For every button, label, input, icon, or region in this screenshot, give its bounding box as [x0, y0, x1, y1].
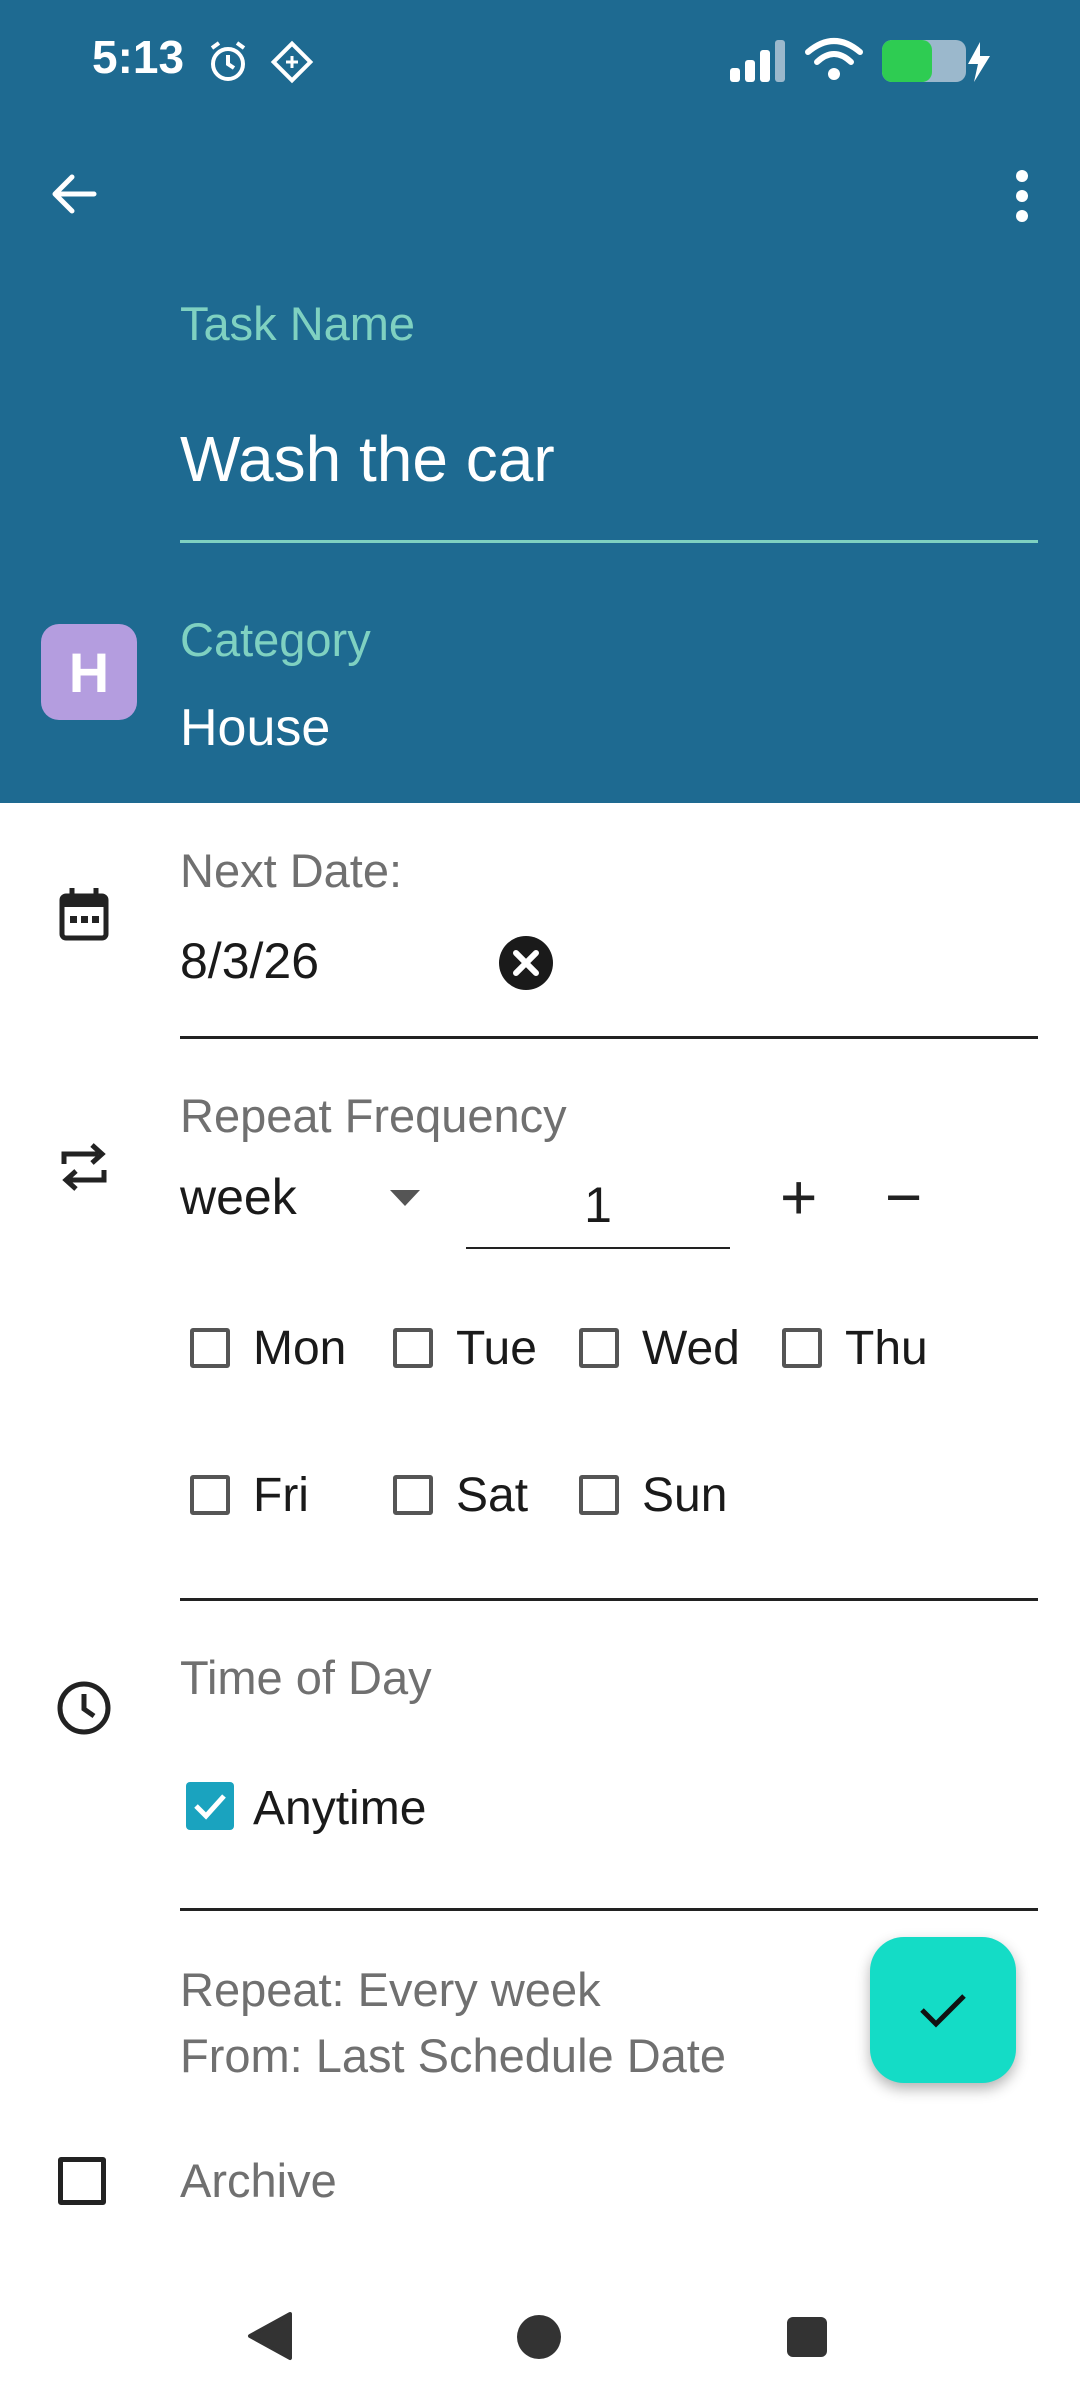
header: [0, 0, 1080, 803]
checkbox-tue[interactable]: [393, 1328, 433, 1368]
more-vert-icon[interactable]: [1010, 168, 1034, 224]
next-date-value[interactable]: 8/3/26: [180, 932, 319, 990]
day-label-tue: Tue: [456, 1322, 537, 1375]
checkbox-fri[interactable]: [190, 1475, 230, 1515]
next-date-divider: [180, 1036, 1038, 1039]
save-fab-button[interactable]: [870, 1937, 1016, 2083]
checkmark-icon: [194, 1794, 226, 1820]
nav-back-icon[interactable]: [246, 2310, 294, 2362]
day-label-wed: Wed: [642, 1322, 740, 1375]
category-label: Category: [180, 613, 371, 666]
repeat-count-input[interactable]: 1: [466, 1176, 730, 1234]
repeat-frequency-label: Repeat Frequency: [180, 1089, 567, 1142]
alarm-icon: [210, 41, 246, 81]
dropdown-arrow-icon[interactable]: [390, 1190, 420, 1208]
wifi-icon: [805, 38, 863, 80]
repeat-unit-select[interactable]: week: [180, 1168, 297, 1226]
calendar-icon: [59, 888, 109, 941]
nav-home-icon[interactable]: [516, 2314, 562, 2360]
increment-button[interactable]: +: [780, 1160, 817, 1234]
archive-checkbox[interactable]: [58, 2157, 106, 2205]
time-of-day-label: Time of Day: [180, 1651, 432, 1704]
archive-label: Archive: [180, 2154, 337, 2207]
repeat-icon: [61, 1143, 107, 1191]
clear-date-icon[interactable]: [498, 935, 554, 991]
checkbox-sat[interactable]: [393, 1475, 433, 1515]
checkbox-mon[interactable]: [190, 1328, 230, 1368]
task-name-input[interactable]: Wash the car: [180, 422, 555, 496]
clock-icon: [57, 1681, 111, 1735]
from-summary: From: Last Schedule Date: [180, 2029, 726, 2082]
repeat-count-underline: [466, 1247, 730, 1249]
anytime-label: Anytime: [253, 1782, 427, 1835]
decrement-button[interactable]: −: [885, 1160, 922, 1234]
repeat-summary: Repeat: Every week: [180, 1963, 601, 2016]
navigation-icon: [270, 40, 314, 84]
checkbox-wed[interactable]: [579, 1328, 619, 1368]
checkbox-thu[interactable]: [782, 1328, 822, 1368]
time-of-day-divider: [180, 1908, 1038, 1911]
category-avatar[interactable]: H: [41, 624, 137, 720]
day-label-mon: Mon: [253, 1322, 347, 1375]
check-icon: [920, 1994, 966, 2028]
back-arrow-icon[interactable]: [50, 172, 98, 216]
signal-icon: [730, 40, 785, 82]
checkbox-anytime[interactable]: [186, 1782, 234, 1830]
battery-charging-icon: [882, 40, 990, 82]
repeat-divider: [180, 1598, 1038, 1601]
day-label-thu: Thu: [845, 1322, 928, 1375]
task-name-label: Task Name: [180, 297, 416, 350]
day-label-sun: Sun: [642, 1469, 728, 1522]
status-time: 5:13: [92, 31, 185, 83]
day-label-fri: Fri: [253, 1469, 309, 1522]
checkbox-sun[interactable]: [579, 1475, 619, 1515]
task-name-underline: [180, 540, 1038, 543]
day-label-sat: Sat: [456, 1469, 529, 1522]
nav-recents-icon[interactable]: [786, 2316, 828, 2358]
next-date-label: Next Date:: [180, 844, 403, 897]
category-value[interactable]: House: [180, 698, 330, 758]
